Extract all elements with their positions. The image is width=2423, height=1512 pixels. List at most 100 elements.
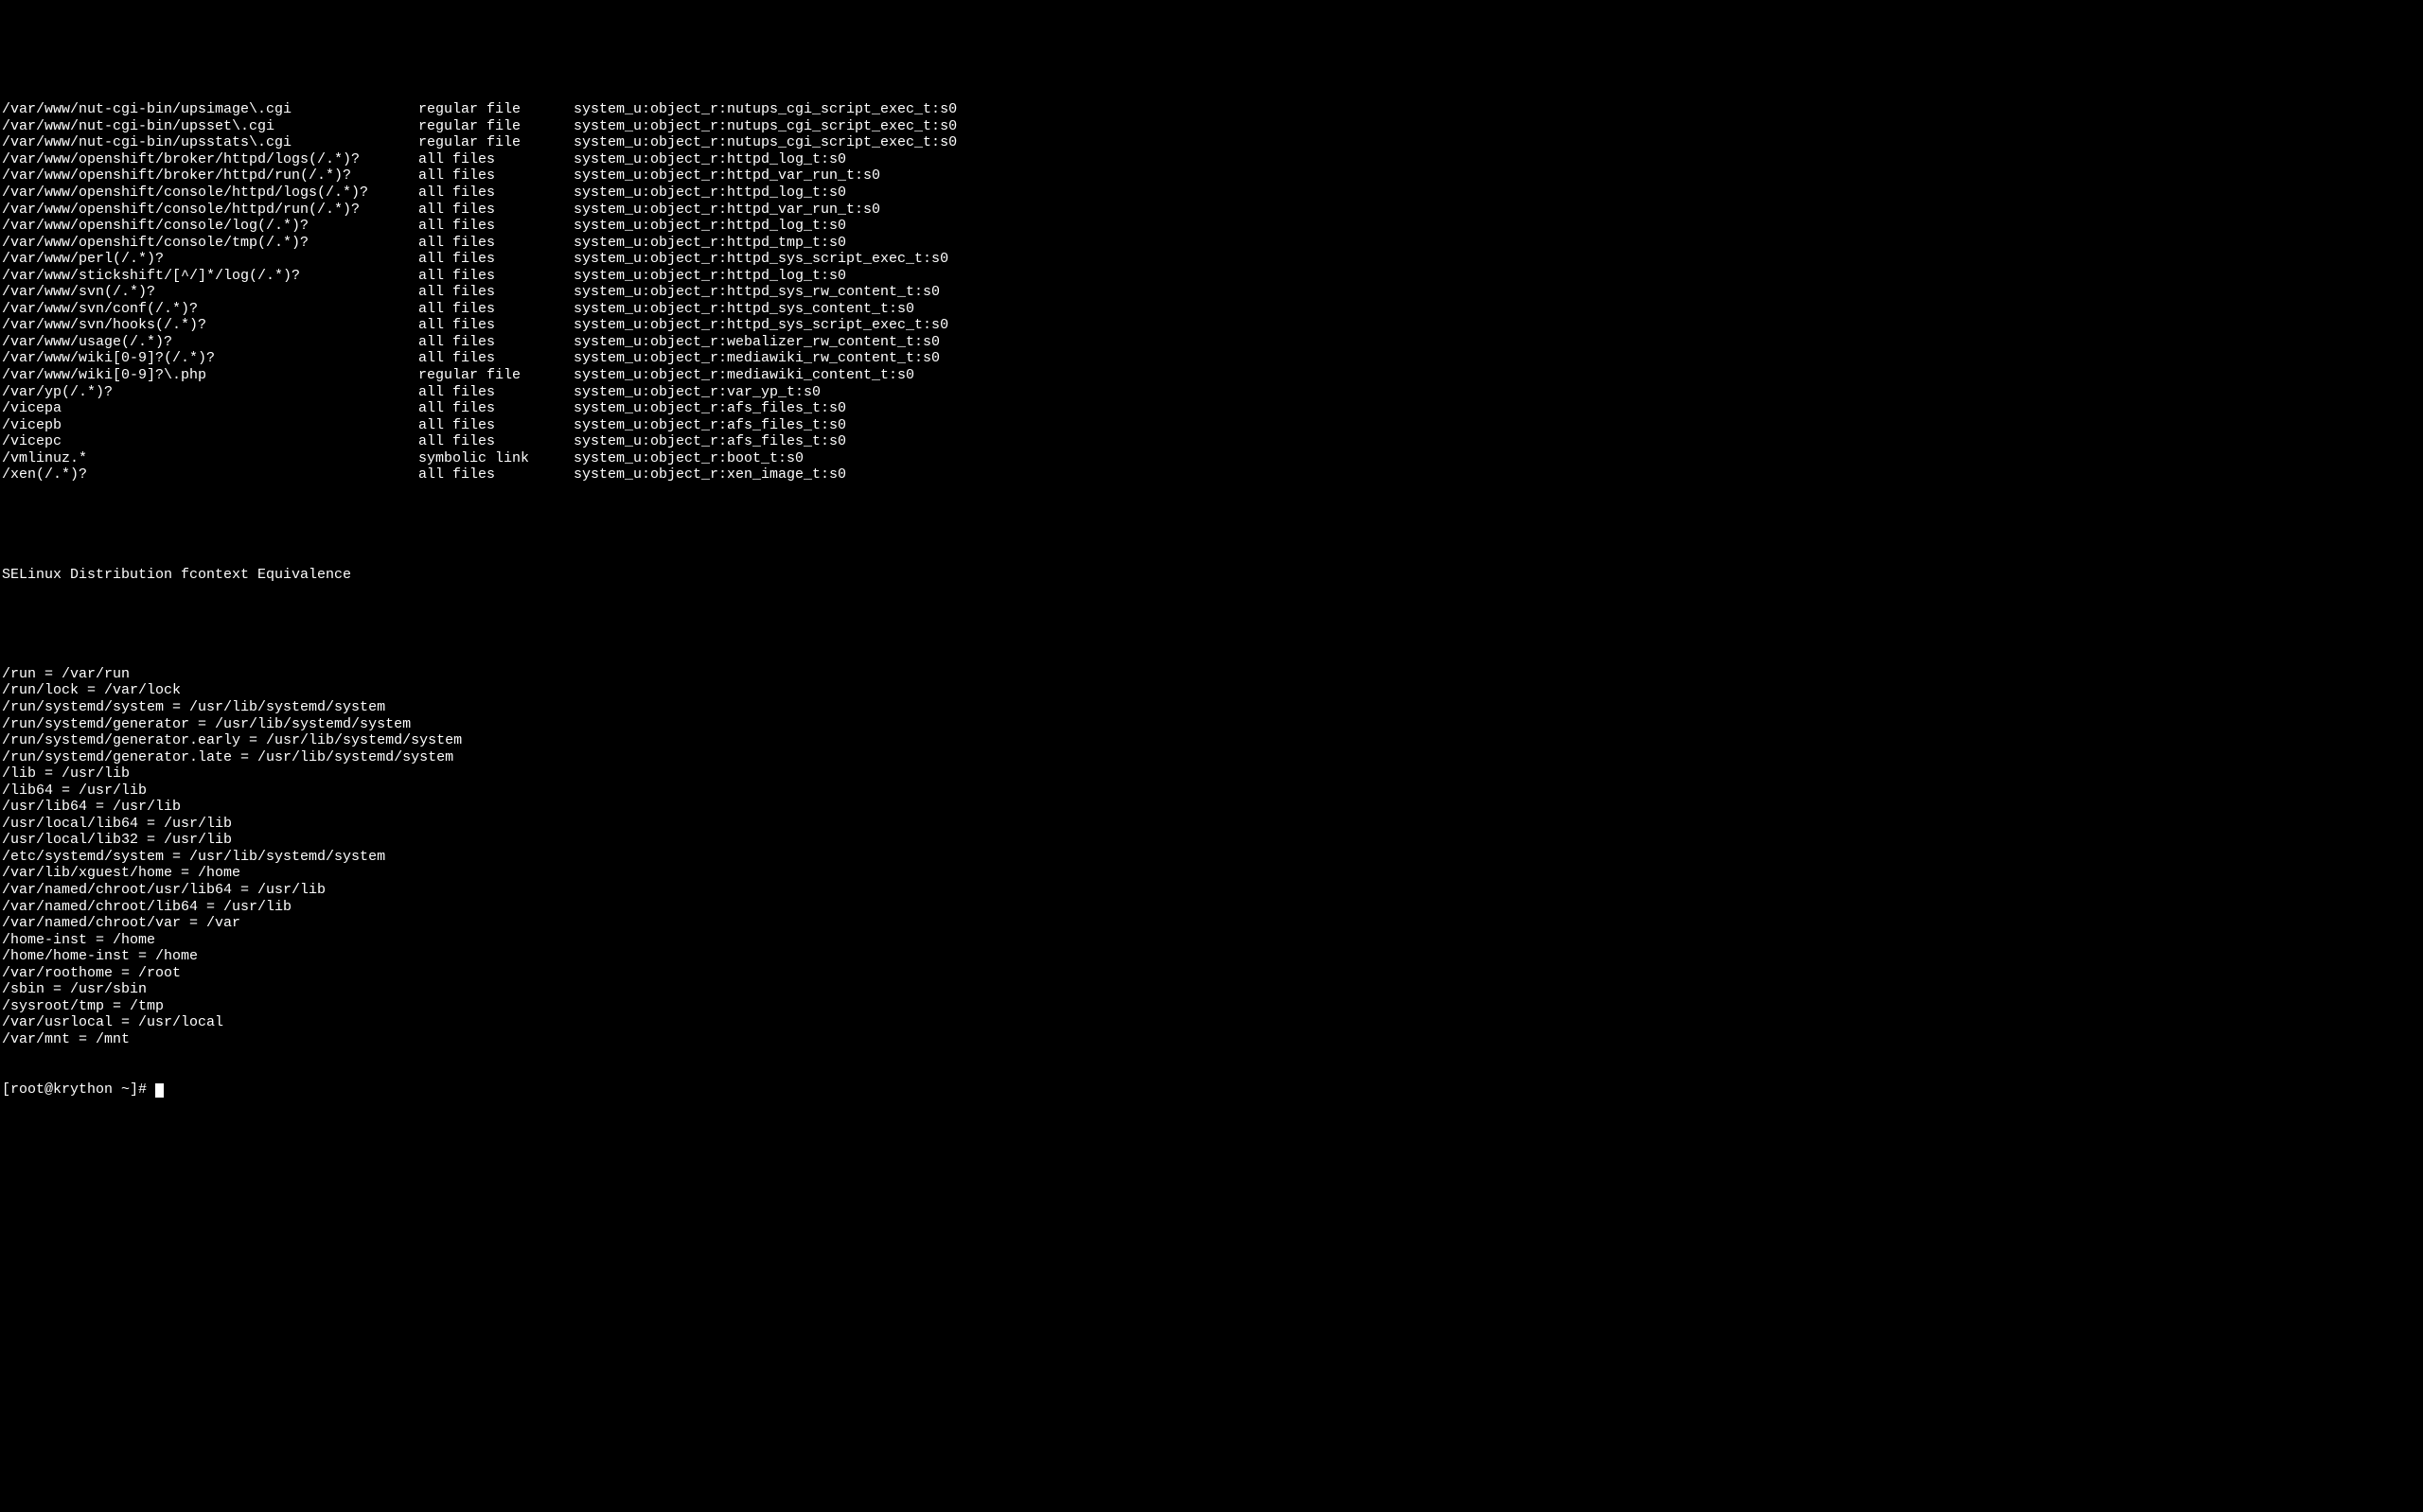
fcontext-row: /var/www/openshift/console/log(/.*)?all …	[2, 218, 2421, 235]
fcontext-context: system_u:object_r:httpd_log_t:s0	[574, 268, 2421, 285]
fcontext-path: /var/www/svn/hooks(/.*)?	[2, 317, 418, 334]
equivalence-line: /var/named/chroot/lib64 = /usr/lib	[2, 899, 2421, 916]
equivalence-line: /var/named/chroot/usr/lib64 = /usr/lib	[2, 882, 2421, 899]
fcontext-path: /var/www/usage(/.*)?	[2, 334, 418, 351]
fcontext-row: /var/www/nut-cgi-bin/upsstats\.cgiregula…	[2, 134, 2421, 151]
fcontext-context: system_u:object_r:nutups_cgi_script_exec…	[574, 134, 2421, 151]
fcontext-row: /var/www/wiki[0-9]?\.phpregular filesyst…	[2, 367, 2421, 384]
fcontext-row: /var/www/wiki[0-9]?(/.*)?all filessystem…	[2, 350, 2421, 367]
fcontext-context: system_u:object_r:mediawiki_content_t:s0	[574, 367, 2421, 384]
fcontext-path: /var/www/openshift/broker/httpd/run(/.*)…	[2, 167, 418, 185]
fcontext-path: /vicepa	[2, 400, 418, 417]
fcontext-context: system_u:object_r:var_yp_t:s0	[574, 384, 2421, 401]
fcontext-context: system_u:object_r:httpd_sys_content_t:s0	[574, 301, 2421, 318]
fcontext-row: /var/www/openshift/console/httpd/logs(/.…	[2, 185, 2421, 202]
fcontext-context: system_u:object_r:afs_files_t:s0	[574, 433, 2421, 450]
fcontext-path: /var/www/stickshift/[^/]*/log(/.*)?	[2, 268, 418, 285]
fcontext-type: all files	[418, 400, 574, 417]
fcontext-type: regular file	[418, 134, 574, 151]
fcontext-row: /vicepcall filessystem_u:object_r:afs_fi…	[2, 433, 2421, 450]
fcontext-path: /var/www/openshift/console/tmp(/.*)?	[2, 235, 418, 252]
fcontext-context: system_u:object_r:httpd_sys_script_exec_…	[574, 317, 2421, 334]
terminal-output[interactable]: /var/www/nut-cgi-bin/upsimage\.cgiregula…	[2, 68, 2421, 1114]
equivalence-line: /home-inst = /home	[2, 932, 2421, 949]
prompt-line[interactable]: [root@krython ~]#	[2, 1081, 2421, 1099]
section-heading: SELinux Distribution fcontext Equivalenc…	[2, 567, 2421, 584]
fcontext-row: /var/www/svn/conf(/.*)?all filessystem_u…	[2, 301, 2421, 318]
equivalence-line: /lib64 = /usr/lib	[2, 782, 2421, 800]
fcontext-path: /var/yp(/.*)?	[2, 384, 418, 401]
fcontext-row: /var/www/svn/hooks(/.*)?all filessystem_…	[2, 317, 2421, 334]
shell-prompt: [root@krython ~]#	[2, 1081, 155, 1098]
fcontext-row: /var/www/openshift/broker/httpd/logs(/.*…	[2, 151, 2421, 168]
fcontext-row: /vicepball filessystem_u:object_r:afs_fi…	[2, 417, 2421, 434]
fcontext-path: /vmlinuz.*	[2, 450, 418, 467]
fcontext-path: /var/www/wiki[0-9]?\.php	[2, 367, 418, 384]
blank-line	[2, 616, 2421, 633]
fcontext-context: system_u:object_r:httpd_sys_script_exec_…	[574, 251, 2421, 268]
fcontext-context: system_u:object_r:httpd_sys_rw_content_t…	[574, 284, 2421, 301]
fcontext-row: /var/www/usage(/.*)?all filessystem_u:ob…	[2, 334, 2421, 351]
equivalence-list: /run = /var/run/run/lock = /var/lock/run…	[2, 666, 2421, 1048]
fcontext-type: all files	[418, 417, 574, 434]
equivalence-line: /sysroot/tmp = /tmp	[2, 998, 2421, 1015]
fcontext-context: system_u:object_r:nutups_cgi_script_exec…	[574, 118, 2421, 135]
fcontext-type: all files	[418, 284, 574, 301]
fcontext-context: system_u:object_r:mediawiki_rw_content_t…	[574, 350, 2421, 367]
fcontext-row: /var/www/stickshift/[^/]*/log(/.*)?all f…	[2, 268, 2421, 285]
blank-line	[2, 517, 2421, 534]
fcontext-context: system_u:object_r:boot_t:s0	[574, 450, 2421, 467]
equivalence-line: /run/systemd/generator.early = /usr/lib/…	[2, 732, 2421, 749]
fcontext-row: /vicepaall filessystem_u:object_r:afs_fi…	[2, 400, 2421, 417]
fcontext-path: /xen(/.*)?	[2, 466, 418, 483]
fcontext-type: all files	[418, 185, 574, 202]
fcontext-row: /var/www/perl(/.*)?all filessystem_u:obj…	[2, 251, 2421, 268]
equivalence-line: /var/roothome = /root	[2, 965, 2421, 982]
fcontext-row: /var/www/openshift/console/tmp(/.*)?all …	[2, 235, 2421, 252]
fcontext-context: system_u:object_r:afs_files_t:s0	[574, 417, 2421, 434]
fcontext-context: system_u:object_r:httpd_log_t:s0	[574, 185, 2421, 202]
fcontext-row: /vmlinuz.*symbolic linksystem_u:object_r…	[2, 450, 2421, 467]
fcontext-type: regular file	[418, 118, 574, 135]
equivalence-line: /lib = /usr/lib	[2, 765, 2421, 782]
fcontext-row: /var/yp(/.*)?all filessystem_u:object_r:…	[2, 384, 2421, 401]
fcontext-type: regular file	[418, 101, 574, 118]
fcontext-path: /var/www/perl(/.*)?	[2, 251, 418, 268]
fcontext-type: all files	[418, 301, 574, 318]
fcontext-context: system_u:object_r:httpd_log_t:s0	[574, 218, 2421, 235]
fcontext-path: /var/www/wiki[0-9]?(/.*)?	[2, 350, 418, 367]
fcontext-context: system_u:object_r:xen_image_t:s0	[574, 466, 2421, 483]
cursor	[155, 1083, 164, 1098]
equivalence-line: /run/lock = /var/lock	[2, 682, 2421, 699]
fcontext-type: all files	[418, 218, 574, 235]
equivalence-line: /var/lib/xguest/home = /home	[2, 865, 2421, 882]
fcontext-type: symbolic link	[418, 450, 574, 467]
equivalence-line: /home/home-inst = /home	[2, 948, 2421, 965]
equivalence-line: /var/mnt = /mnt	[2, 1031, 2421, 1048]
fcontext-table: /var/www/nut-cgi-bin/upsimage\.cgiregula…	[2, 101, 2421, 483]
fcontext-row: /xen(/.*)?all filessystem_u:object_r:xen…	[2, 466, 2421, 483]
fcontext-path: /var/www/svn/conf(/.*)?	[2, 301, 418, 318]
equivalence-line: /usr/lib64 = /usr/lib	[2, 799, 2421, 816]
fcontext-path: /var/www/nut-cgi-bin/upsset\.cgi	[2, 118, 418, 135]
fcontext-context: system_u:object_r:httpd_tmp_t:s0	[574, 235, 2421, 252]
fcontext-type: all files	[418, 167, 574, 185]
fcontext-row: /var/www/openshift/broker/httpd/run(/.*)…	[2, 167, 2421, 185]
fcontext-context: system_u:object_r:httpd_log_t:s0	[574, 151, 2421, 168]
equivalence-line: /run/systemd/generator = /usr/lib/system…	[2, 716, 2421, 733]
fcontext-context: system_u:object_r:webalizer_rw_content_t…	[574, 334, 2421, 351]
fcontext-path: /var/www/nut-cgi-bin/upsstats\.cgi	[2, 134, 418, 151]
fcontext-type: all files	[418, 235, 574, 252]
fcontext-type: all files	[418, 202, 574, 219]
equivalence-line: /run/systemd/system = /usr/lib/systemd/s…	[2, 699, 2421, 716]
fcontext-path: /vicepb	[2, 417, 418, 434]
fcontext-context: system_u:object_r:nutups_cgi_script_exec…	[574, 101, 2421, 118]
fcontext-row: /var/www/nut-cgi-bin/upsset\.cgiregular …	[2, 118, 2421, 135]
fcontext-type: all files	[418, 384, 574, 401]
equivalence-line: /run = /var/run	[2, 666, 2421, 683]
fcontext-type: all files	[418, 251, 574, 268]
equivalence-line: /run/systemd/generator.late = /usr/lib/s…	[2, 749, 2421, 766]
fcontext-type: all files	[418, 317, 574, 334]
fcontext-path: /var/www/openshift/console/log(/.*)?	[2, 218, 418, 235]
fcontext-path: /vicepc	[2, 433, 418, 450]
